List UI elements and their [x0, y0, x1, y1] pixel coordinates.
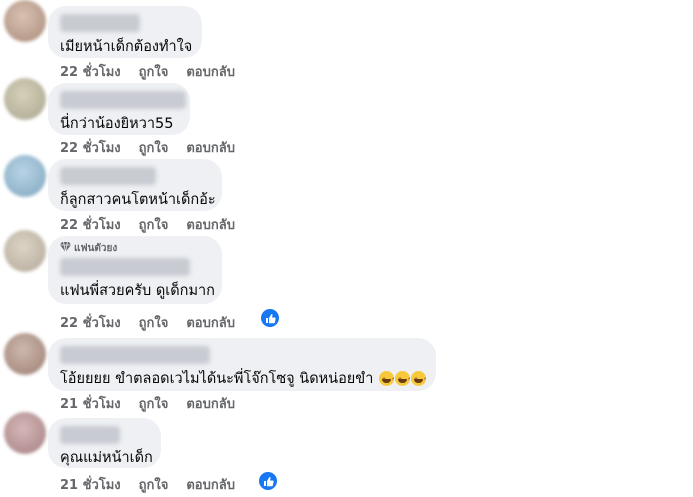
grinning-squinting-face-icon: [378, 371, 394, 386]
fan-badge-label: แฟนตัวยง: [74, 243, 118, 254]
comment-actions: 22 ชั่วโมง ถูกใจ ตอบกลับ: [60, 137, 235, 158]
comment-text-body: โอ้ยยยย ขำตลอดเวไมได้นะพี่โจ๊กโซจู นิดหน…: [60, 371, 374, 387]
author-name-blurred[interactable]: [60, 91, 186, 109]
avatar[interactable]: [4, 333, 46, 375]
comment-time[interactable]: 21 ชั่วโมง: [60, 393, 121, 414]
comment-text: นี่กว่าน้องยิหวา55: [60, 116, 174, 132]
like-reaction-icon[interactable]: [261, 309, 279, 327]
reply-link[interactable]: ตอบกลับ: [186, 393, 235, 414]
avatar[interactable]: [4, 412, 46, 454]
avatar[interactable]: [4, 78, 46, 120]
like-link[interactable]: ถูกใจ: [139, 214, 169, 235]
comment-bubble: คุณแม่หน้าเด็ก: [48, 418, 161, 468]
fan-badge: แฟนตัวยง: [60, 241, 210, 256]
like-link[interactable]: ถูกใจ: [139, 312, 169, 333]
author-name-blurred[interactable]: [60, 167, 156, 185]
comment-text: แฟนพี่สวยครับ ดูเด็กมาก: [60, 283, 215, 299]
diamond-icon: [60, 241, 71, 256]
comment-time[interactable]: 22 ชั่วโมง: [60, 61, 121, 82]
grinning-squinting-face-icon: [394, 371, 410, 386]
avatar[interactable]: [4, 0, 46, 42]
comment-text: โอ้ยยยย ขำตลอดเวไมได้นะพี่โจ๊กโซจู นิดหน…: [60, 370, 426, 388]
comment-text: คุณแม่หน้าเด็ก: [60, 450, 153, 466]
comment-bubble: เมียหน้าเด็กต้องทำใจ: [48, 6, 202, 58]
reply-link[interactable]: ตอบกลับ: [186, 214, 235, 235]
like-link[interactable]: ถูกใจ: [139, 393, 169, 414]
comment-actions: 22 ชั่วโมง ถูกใจ ตอบกลับ: [60, 214, 235, 235]
comment-actions: 21 ชั่วโมง ถูกใจ ตอบกลับ: [60, 474, 235, 495]
avatar[interactable]: [4, 155, 46, 197]
avatar[interactable]: [4, 230, 46, 272]
comment-actions: 22 ชั่วโมง ถูกใจ ตอบกลับ: [60, 312, 235, 333]
comment-time[interactable]: 21 ชั่วโมง: [60, 474, 121, 495]
comment-bubble: แฟนตัวยง แฟนพี่สวยครับ ดูเด็กมาก: [48, 236, 222, 304]
reply-link[interactable]: ตอบกลับ: [186, 61, 235, 82]
comment-text: ก็ลูกสาวคนโตหน้าเด็กอ้ะ: [60, 192, 216, 208]
comment-bubble: นี่กว่าน้องยิหวา55: [48, 83, 190, 135]
comment-time[interactable]: 22 ชั่วโมง: [60, 214, 121, 235]
grinning-squinting-face-icon: [410, 371, 426, 386]
like-link[interactable]: ถูกใจ: [139, 137, 169, 158]
reply-link[interactable]: ตอบกลับ: [186, 312, 235, 333]
comment-actions: 21 ชั่วโมง ถูกใจ ตอบกลับ: [60, 393, 235, 414]
author-name-blurred[interactable]: [60, 426, 120, 444]
comment-time[interactable]: 22 ชั่วโมง: [60, 312, 121, 333]
like-link[interactable]: ถูกใจ: [139, 61, 169, 82]
like-reaction-icon[interactable]: [259, 472, 277, 490]
reply-link[interactable]: ตอบกลับ: [186, 137, 235, 158]
like-link[interactable]: ถูกใจ: [139, 474, 169, 495]
comment-time[interactable]: 22 ชั่วโมง: [60, 137, 121, 158]
comment-bubble: โอ้ยยยย ขำตลอดเวไมได้นะพี่โจ๊กโซจู นิดหน…: [48, 338, 436, 391]
comment-actions: 22 ชั่วโมง ถูกใจ ตอบกลับ: [60, 61, 235, 82]
author-name-blurred[interactable]: [60, 346, 210, 364]
author-name-blurred[interactable]: [60, 14, 140, 32]
reply-link[interactable]: ตอบกลับ: [186, 474, 235, 495]
author-name-blurred[interactable]: [60, 258, 190, 276]
comment-bubble: ก็ลูกสาวคนโตหน้าเด็กอ้ะ: [48, 159, 222, 211]
comment-text: เมียหน้าเด็กต้องทำใจ: [60, 39, 193, 55]
